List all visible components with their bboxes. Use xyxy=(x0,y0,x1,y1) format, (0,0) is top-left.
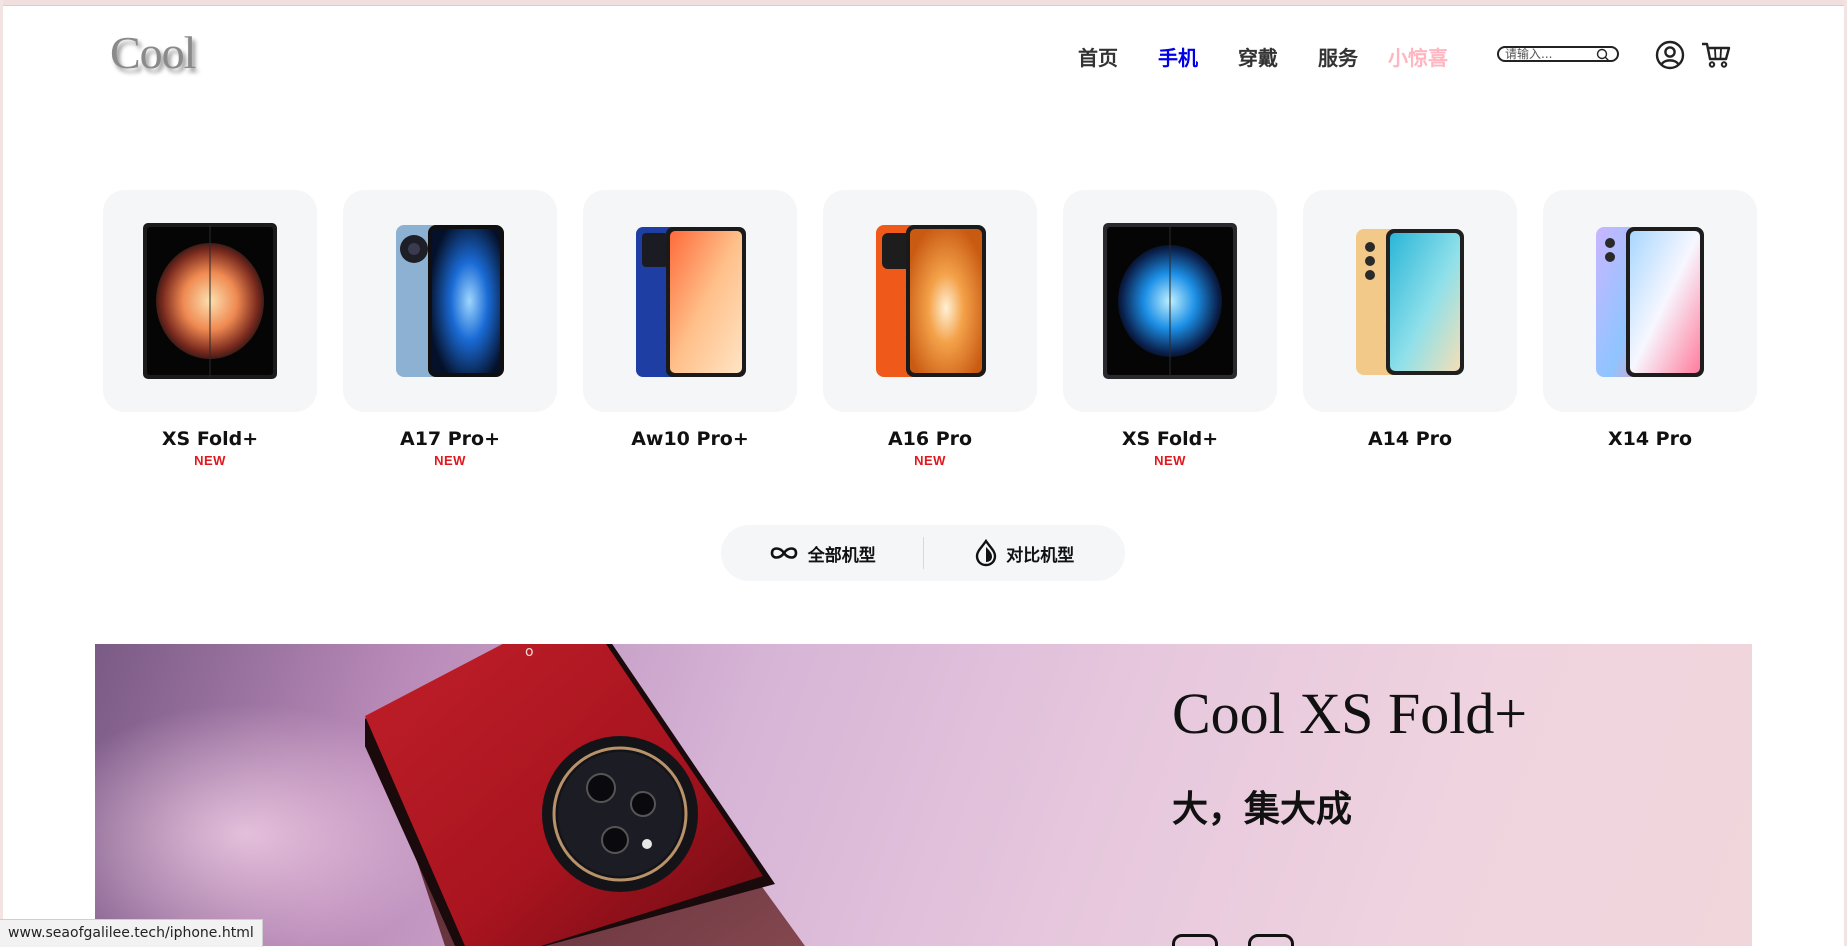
new-badge xyxy=(583,453,797,469)
cart-icon[interactable] xyxy=(1700,38,1732,70)
banner-subtitle: 大，集大成 xyxy=(1172,789,1353,830)
phone-image xyxy=(1596,227,1704,377)
nav-item-surprise[interactable]: 小惊喜 xyxy=(1378,42,1458,71)
all-models-label: 全部机型 xyxy=(807,545,876,566)
product-image-card xyxy=(343,190,557,412)
product-image-card xyxy=(1063,190,1277,412)
banner-cta-button[interactable] xyxy=(1172,934,1218,946)
nav-item-home[interactable]: 首页 xyxy=(1058,42,1138,71)
product-item[interactable]: XS Fold+ NEW xyxy=(103,190,317,469)
product-item[interactable]: XS Fold+ NEW xyxy=(1063,190,1277,469)
status-bar-url: www.seaofgalilee.tech/iphone.html xyxy=(0,919,263,947)
user-icon[interactable] xyxy=(1655,40,1685,70)
product-name: X14 Pro xyxy=(1607,428,1693,450)
phone-image xyxy=(876,225,986,377)
product-name: Aw10 Pro+ xyxy=(631,428,749,450)
infinity-icon xyxy=(770,547,798,559)
banner-cta-row xyxy=(1172,934,1294,946)
banner-cta-button[interactable] xyxy=(1248,934,1294,946)
product-item[interactable]: A17 Pro+ NEW xyxy=(343,190,557,469)
product-name: A16 Pro xyxy=(887,428,973,450)
device-mark: o xyxy=(525,644,534,660)
product-item[interactable]: A16 Pro NEW xyxy=(823,190,1037,469)
search-icon[interactable] xyxy=(1596,48,1610,62)
product-name: A14 Pro xyxy=(1367,428,1453,450)
product-name: XS Fold+ xyxy=(161,428,259,450)
banner-title: Cool XS Fold+ xyxy=(1172,681,1528,746)
hero-banner[interactable]: o Cool XS Fold+ 大，集大成 xyxy=(95,644,1752,946)
new-badge xyxy=(1303,453,1517,469)
phone-foldable-image xyxy=(143,223,277,379)
compare-models-label: 对比机型 xyxy=(1006,545,1075,566)
product-item[interactable]: Aw10 Pro+ xyxy=(583,190,797,469)
browser-top-edge xyxy=(0,0,1847,6)
product-item[interactable]: A14 Pro xyxy=(1303,190,1517,469)
product-image-card xyxy=(1303,190,1517,412)
product-item[interactable]: X14 Pro xyxy=(1543,190,1757,469)
nav-item-services[interactable]: 服务 xyxy=(1298,42,1378,71)
site-logo[interactable]: Cool xyxy=(110,26,196,79)
product-image-card xyxy=(583,190,797,412)
product-list: XS Fold+ NEW A17 Pro+ NEW Aw10 Pro+ A16 … xyxy=(103,190,1757,469)
new-badge: NEW xyxy=(1154,453,1186,468)
new-badge: NEW xyxy=(434,453,466,468)
product-image-card xyxy=(1543,190,1757,412)
search-box xyxy=(1497,46,1619,62)
phone-image xyxy=(1356,229,1464,375)
nav-item-phones[interactable]: 手机 xyxy=(1138,42,1218,71)
new-badge xyxy=(1543,453,1757,469)
product-name: XS Fold+ xyxy=(1121,428,1219,450)
phone-image xyxy=(396,225,504,377)
all-models-button[interactable]: 全部机型 xyxy=(721,541,923,566)
product-image-card xyxy=(103,190,317,412)
search-input[interactable] xyxy=(1505,47,1595,61)
nav-item-wearables[interactable]: 穿戴 xyxy=(1218,42,1298,71)
browser-left-edge xyxy=(0,0,3,946)
model-actions: 全部机型 对比机型 xyxy=(721,525,1125,581)
main-nav: 首页 手机 穿戴 服务 小惊喜 xyxy=(1058,42,1458,71)
new-badge: NEW xyxy=(914,453,946,468)
compare-icon xyxy=(976,539,997,567)
phone-image xyxy=(636,227,746,377)
foldable-phone-image: o xyxy=(365,644,805,946)
new-badge: NEW xyxy=(194,453,226,468)
product-name: A17 Pro+ xyxy=(399,428,501,450)
compare-models-button[interactable]: 对比机型 xyxy=(924,539,1126,567)
phone-foldable-image xyxy=(1103,223,1237,379)
product-image-card xyxy=(823,190,1037,412)
